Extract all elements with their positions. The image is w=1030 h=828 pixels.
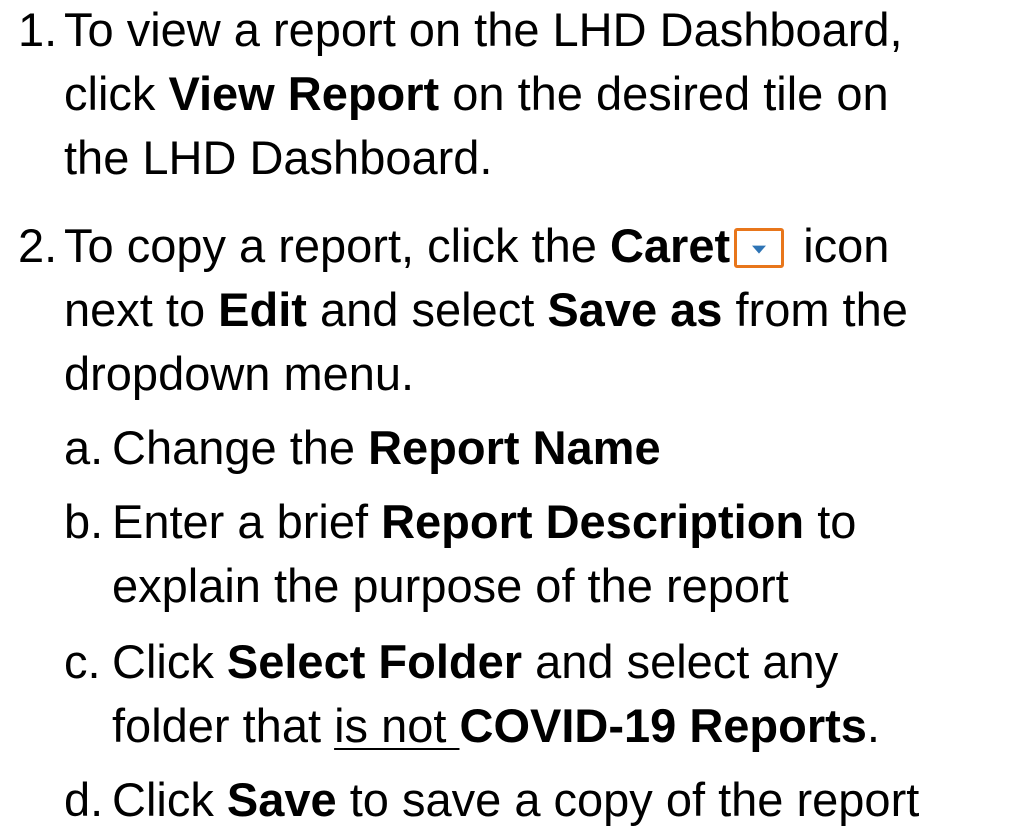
- substep-c-line-2: folder that is not COVID-19 Reports.: [112, 698, 880, 754]
- step-2-line-1: To copy a report, click the Caret icon: [64, 218, 889, 274]
- save-label: Save: [226, 773, 337, 826]
- substep-d-text: Click: [112, 773, 227, 826]
- step-2-text-1b: icon: [790, 219, 890, 272]
- substep-a-text: Change the: [112, 421, 369, 474]
- substep-a-line: Change the Report Name: [112, 420, 661, 476]
- step-1-text-2b: on the desired tile on: [439, 67, 889, 120]
- substep-label-a: a.: [64, 421, 104, 474]
- substep-b-text-2: explain the purpose of the report: [112, 559, 789, 612]
- covid-19-reports-label: COVID-19 Reports: [459, 699, 867, 752]
- step-2-text-2a: next to: [64, 283, 219, 336]
- step-2-text-2c: from the: [722, 283, 908, 336]
- step-1-text-3: the LHD Dashboard.: [64, 131, 493, 184]
- step-1-text-2a: click: [64, 67, 169, 120]
- select-folder-label: Select Folder: [226, 635, 523, 688]
- caret-down-icon: [734, 228, 785, 268]
- view-report-label: View Report: [168, 67, 440, 120]
- step-1-line-3: the LHD Dashboard.: [64, 130, 492, 186]
- is-not-underlined: is not: [334, 699, 460, 752]
- substep-c-after: and select any: [522, 635, 839, 688]
- substep-label-c: c.: [64, 635, 101, 688]
- instructions-document: 1. To view a report on the LHD Dashboard…: [0, 0, 1030, 827]
- edit-label: Edit: [218, 283, 307, 336]
- substep-b-text: Enter a brief: [112, 495, 382, 548]
- step-2-line-3: dropdown menu.: [64, 346, 414, 402]
- substep-c-line-1: Click Select Folder and select any: [112, 634, 838, 690]
- save-as-label: Save as: [547, 283, 723, 336]
- step-number-2: 2.: [18, 219, 58, 272]
- substep-b-line-1: Enter a brief Report Description to: [112, 494, 856, 550]
- step-2-line-2: next to Edit and select Save as from the: [64, 282, 908, 338]
- step-2-text-3: dropdown menu.: [64, 347, 415, 400]
- substep-c-text-2a: folder that: [112, 699, 335, 752]
- substep-label-b: b.: [64, 495, 104, 548]
- substep-c-end: .: [866, 699, 880, 752]
- step-1-line-2: click View Report on the desired tile on: [64, 66, 889, 122]
- caret-label: Caret: [609, 219, 731, 272]
- step-1-line-1: To view a report on the LHD Dashboard,: [64, 2, 903, 58]
- substep-b-after: to: [804, 495, 857, 548]
- step-number-1: 1.: [18, 3, 58, 56]
- substep-c-text: Click: [112, 635, 227, 688]
- report-name-label: Report Name: [368, 421, 661, 474]
- step-2-text-1a: To copy a report, click the: [64, 219, 610, 272]
- substep-label-d: d.: [64, 773, 104, 826]
- substep-d-after: to save a copy of the report: [336, 773, 920, 826]
- step-1-text-1: To view a report on the LHD Dashboard,: [64, 3, 903, 56]
- step-2-text-2b: and select: [306, 283, 548, 336]
- substep-b-line-2: explain the purpose of the report: [112, 558, 789, 614]
- substep-d-line: Click Save to save a copy of the report: [112, 772, 919, 828]
- report-description-label: Report Description: [381, 495, 805, 548]
